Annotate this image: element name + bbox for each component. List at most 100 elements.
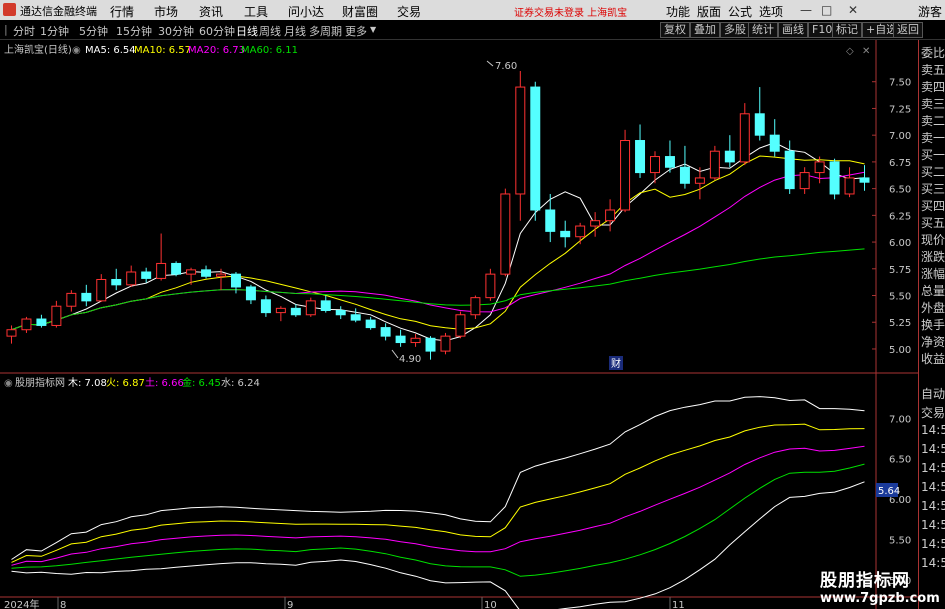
candle-body [500, 193, 511, 275]
panel-label-17[interactable]: 净资 [921, 333, 945, 350]
panel-label-10[interactable]: 买五 [921, 214, 945, 231]
panel-lower-0[interactable]: 自动 [921, 385, 945, 402]
tf-15min[interactable]: 15分钟 [116, 23, 152, 39]
candle-body [530, 86, 541, 211]
sub-dot-icon: ◉ [4, 378, 13, 389]
candle-body [754, 113, 765, 136]
panel-label-15[interactable]: 外盘 [921, 299, 945, 316]
price-tick: 7.50 [889, 78, 911, 89]
maximize-icon[interactable]: □ [821, 3, 832, 17]
menu-layout[interactable]: 版面 [697, 3, 721, 20]
tf-60min[interactable]: 60分钟 [199, 23, 235, 39]
panel-label-13[interactable]: 涨幅 [921, 265, 945, 282]
menu-ask[interactable]: 问小达 [288, 3, 324, 20]
guest-label[interactable]: 游客 [918, 3, 942, 20]
panel-lower-2[interactable]: 14:56 [921, 423, 945, 437]
panel-label-12[interactable]: 涨跌 [921, 248, 945, 265]
panel-label-6[interactable]: 买一 [921, 146, 945, 163]
band-mu [11, 396, 865, 560]
candle-body [724, 150, 735, 163]
panel-label-2[interactable]: 卖四 [921, 78, 945, 95]
btn-overlay[interactable]: 叠加 [690, 22, 720, 38]
panel-label-3[interactable]: 卖三 [921, 95, 945, 112]
panel-label-9[interactable]: 买四 [921, 197, 945, 214]
period-toolbar: | 分时 1分钟 5分钟 15分钟 30分钟 60分钟 日线 周线 月线 多周期… [0, 20, 945, 40]
sub-tick: 5.50 [889, 535, 911, 546]
ma20-label: MA20: 6.73 [188, 45, 245, 56]
menu-market[interactable]: 市场 [154, 3, 178, 20]
btn-restore-rights[interactable]: 复权 [660, 22, 690, 38]
panel-label-0[interactable]: 委比 [921, 44, 945, 61]
tf-30min[interactable]: 30分钟 [158, 23, 194, 39]
panel-lower-4[interactable]: 14:56 [921, 461, 945, 475]
btn-back[interactable]: 返回 [893, 22, 923, 38]
candle-body [365, 319, 376, 329]
candle-body [560, 230, 571, 238]
menu-wealth[interactable]: 财富圈 [342, 3, 378, 20]
panel-label-11[interactable]: 现价 [921, 231, 945, 248]
date-oct: 10 [484, 600, 497, 609]
menu-trade[interactable]: 交易 [397, 3, 421, 20]
minimize-icon[interactable]: — [800, 3, 812, 17]
menu-news[interactable]: 资讯 [199, 3, 223, 20]
btn-stats[interactable]: 统计 [748, 22, 778, 38]
candle-body [545, 209, 556, 232]
tf-more-arrow-icon[interactable]: ▼ [370, 25, 376, 34]
candle-body [290, 307, 301, 316]
panel-lower-3[interactable]: 14:56 [921, 442, 945, 456]
login-warning[interactable]: 证券交易未登录 上海凯宝 [514, 4, 627, 19]
panel-label-16[interactable]: 换手 [921, 316, 945, 333]
candle-body [36, 318, 47, 326]
candle-body [635, 140, 646, 174]
sub-tick: 7.00 [889, 414, 911, 425]
btn-multi-stock[interactable]: 多股 [720, 22, 750, 38]
tf-intraday[interactable]: 分时 [13, 23, 35, 39]
menu-options[interactable]: 选项 [759, 3, 783, 20]
pane-close-icon[interactable]: ✕ [862, 46, 870, 57]
panel-label-5[interactable]: 卖一 [921, 129, 945, 146]
panel-label-4[interactable]: 卖二 [921, 112, 945, 129]
menu-quote[interactable]: 行情 [110, 3, 134, 20]
candle-body [769, 134, 780, 152]
candle-body [650, 156, 660, 174]
price-tick: 6.50 [889, 185, 911, 196]
tf-1min[interactable]: 1分钟 [40, 23, 69, 39]
candle-body [51, 305, 62, 326]
candle-body [230, 273, 241, 288]
panel-label-7[interactable]: 买二 [921, 163, 945, 180]
candle-body [216, 273, 226, 277]
panel-lower-1[interactable]: 交易 [921, 404, 945, 421]
menu-formula[interactable]: 公式 [728, 3, 752, 20]
candle-body [590, 220, 601, 227]
menu-tools[interactable]: 工具 [244, 3, 268, 20]
tf-multi[interactable]: 多周期 [309, 23, 342, 39]
panel-lower-7[interactable]: 14:56 [921, 518, 945, 532]
menu-function[interactable]: 功能 [666, 3, 690, 20]
candle-body [485, 273, 496, 299]
panel-label-8[interactable]: 买三 [921, 180, 945, 197]
btn-draw[interactable]: 画线 [778, 22, 808, 38]
panel-lower-5[interactable]: 14:56 [921, 480, 945, 494]
panel-label-18[interactable]: 收益 [921, 350, 945, 367]
panel-label-1[interactable]: 卖五 [921, 61, 945, 78]
pane-menu-icon[interactable]: ◇ [846, 46, 854, 57]
kline-chart[interactable]: 7.50 7.25 7.00 6.75 6.50 6.25 6.00 5.75 5.50 5.25… [0, 40, 918, 609]
high-annotation: 7.60 [495, 61, 517, 72]
price-tick: 6.00 [889, 238, 911, 249]
tf-daily[interactable]: 日线 [236, 23, 258, 39]
candle-body [844, 177, 855, 195]
panel-lower-8[interactable]: 14:56 [921, 537, 945, 551]
panel-label-14[interactable]: 总量 [921, 282, 945, 299]
btn-mark[interactable]: 标记 [832, 22, 862, 38]
tf-5min[interactable]: 5分钟 [79, 23, 108, 39]
candle-body [425, 337, 436, 352]
candle-body [380, 327, 391, 337]
tf-weekly[interactable]: 周线 [259, 23, 281, 39]
panel-lower-6[interactable]: 14:56 [921, 499, 945, 513]
tf-more[interactable]: 更多 [345, 23, 367, 39]
close-icon[interactable]: ✕ [848, 3, 858, 17]
price-tick: 7.00 [889, 131, 911, 142]
watermark-url: www.7gpzb.com [820, 591, 940, 606]
tf-monthly[interactable]: 月线 [284, 23, 306, 39]
stock-label: 上海凯宝(日线) [4, 43, 72, 56]
